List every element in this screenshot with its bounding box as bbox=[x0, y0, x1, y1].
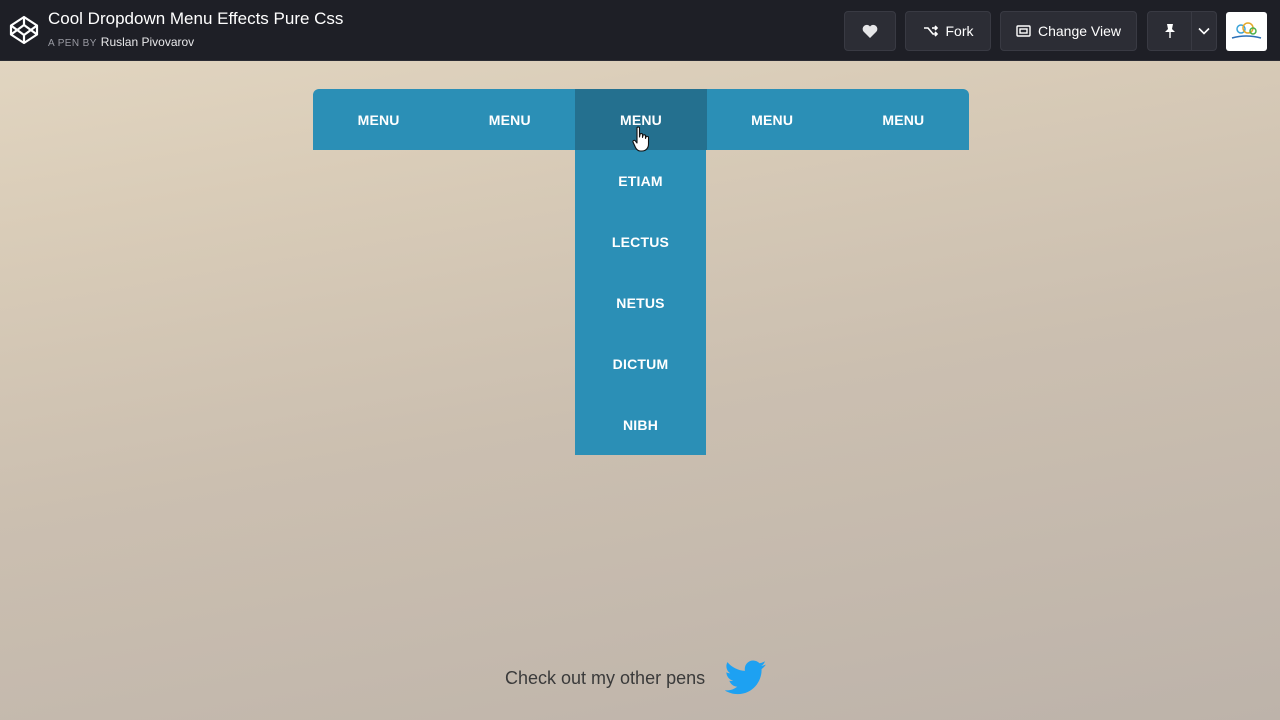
footer-text: Check out my other pens bbox=[505, 667, 706, 688]
fork-button[interactable]: Fork bbox=[905, 11, 991, 51]
dropdown-item-nibh[interactable]: NIBH bbox=[575, 394, 706, 455]
fork-icon bbox=[923, 25, 938, 37]
change-view-label: Change View bbox=[1037, 23, 1122, 39]
pin-menu-button[interactable] bbox=[1192, 11, 1217, 51]
codepen-logo-icon[interactable] bbox=[9, 15, 39, 45]
twitter-icon[interactable] bbox=[725, 659, 767, 697]
dropdown-item-etiam[interactable]: ETIAM bbox=[575, 150, 706, 211]
byline-prefix: A PEN BY bbox=[48, 38, 97, 49]
avatar-image bbox=[1231, 22, 1262, 39]
user-avatar[interactable] bbox=[1226, 12, 1267, 51]
dropdown-item-netus[interactable]: NETUS bbox=[575, 272, 706, 333]
codepen-header: Cool Dropdown Menu Effects Pure Css A PE… bbox=[0, 0, 1280, 61]
pen-byline: A PEN BY Ruslan Pivovarov bbox=[48, 35, 194, 49]
fork-label: Fork bbox=[945, 23, 974, 39]
love-button[interactable] bbox=[844, 11, 896, 51]
dropdown-menu: ETIAM LECTUS NETUS DICTUM NIBH bbox=[575, 150, 706, 455]
hand-cursor-icon bbox=[632, 126, 650, 152]
pin-button[interactable] bbox=[1147, 11, 1192, 51]
author-link[interactable]: Ruslan Pivovarov bbox=[101, 35, 194, 49]
footer: Check out my other pens bbox=[505, 656, 767, 700]
menu-item-5[interactable]: MENU bbox=[838, 89, 969, 150]
dropdown-item-lectus[interactable]: LECTUS bbox=[575, 211, 706, 272]
dropdown-item-dictum[interactable]: DICTUM bbox=[575, 333, 706, 394]
change-view-button[interactable]: Change View bbox=[1000, 11, 1137, 51]
pin-icon bbox=[1164, 24, 1175, 38]
menu-item-2[interactable]: MENU bbox=[444, 89, 575, 150]
pen-title[interactable]: Cool Dropdown Menu Effects Pure Css bbox=[48, 9, 343, 29]
menu-item-4[interactable]: MENU bbox=[707, 89, 838, 150]
change-view-icon bbox=[1016, 25, 1031, 37]
chevron-down-icon bbox=[1198, 27, 1210, 35]
heart-icon bbox=[862, 24, 878, 38]
menu-item-1[interactable]: MENU bbox=[313, 89, 444, 150]
